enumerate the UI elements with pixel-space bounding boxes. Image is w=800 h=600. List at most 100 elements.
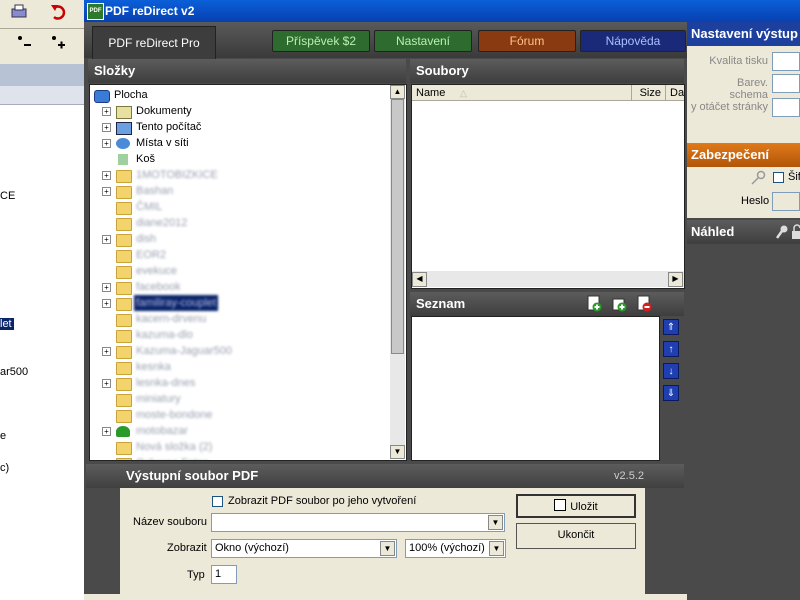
expand-icon[interactable]: + xyxy=(102,299,111,308)
folder-tree-item[interactable]: + Dokumenty xyxy=(90,103,390,119)
scrollbar-thumb[interactable] xyxy=(391,99,404,354)
folder-tree-item[interactable]: kesnka xyxy=(90,359,390,375)
donate-button[interactable]: Příspěvek $2 xyxy=(272,30,370,52)
folder-tree-item-label: evekuce xyxy=(136,265,177,277)
expand-icon[interactable]: + xyxy=(102,379,111,388)
folder-tree-item-label: motobazar xyxy=(136,425,188,437)
folder-tree-item[interactable]: + Bashan xyxy=(90,183,390,199)
folder-icon xyxy=(116,186,132,199)
scroll-down-icon[interactable]: ▼ xyxy=(390,445,405,459)
encrypt-checkbox[interactable] xyxy=(773,172,784,183)
expand-icon[interactable]: + xyxy=(102,107,111,116)
move-to-top-icon[interactable]: ⇑ xyxy=(663,319,679,335)
folder-tree-item[interactable]: ČMIL xyxy=(90,199,390,215)
column-header-name[interactable]: Name △ xyxy=(412,85,632,101)
save-button[interactable]: Uložit xyxy=(516,494,636,518)
display-dropdown-icon[interactable]: ▼ xyxy=(380,541,395,556)
key-icon xyxy=(750,170,766,186)
quality-label: Kvalita tisku xyxy=(709,55,768,67)
folder-tree-item[interactable]: + facebook xyxy=(90,279,390,295)
type-label: Typ xyxy=(187,569,205,581)
show-after-checkbox[interactable] xyxy=(212,496,223,507)
zoom-select[interactable]: 100% (výchozí) ▼ xyxy=(405,539,506,558)
add-folder-icon[interactable] xyxy=(611,295,627,312)
folder-tree-scrollbar[interactable]: ▲ ▼ xyxy=(390,85,405,459)
remove-file-icon[interactable] xyxy=(636,295,652,312)
folder-icon xyxy=(116,202,132,215)
scroll-right-icon[interactable]: ▶ xyxy=(668,272,683,287)
scroll-left-icon[interactable]: ◀ xyxy=(412,272,427,287)
settings-panel-header: Nastavení výstup xyxy=(687,22,800,46)
quality-select[interactable] xyxy=(772,52,800,71)
exit-button[interactable]: Ukončit xyxy=(516,523,636,549)
folder-tree-item[interactable]: Koš xyxy=(90,151,390,167)
file-list-hscrollbar[interactable]: ◀ ▶ xyxy=(412,271,684,287)
expand-icon[interactable]: + xyxy=(102,171,111,180)
preview-area xyxy=(687,218,800,600)
floppy-disk-icon xyxy=(554,499,567,511)
expand-icon[interactable]: + xyxy=(102,235,111,244)
folder-icon xyxy=(116,282,132,295)
folder-tree-item[interactable]: diane2012 xyxy=(90,215,390,231)
title-bar[interactable]: PDF PDF reDirect v2 xyxy=(84,0,800,22)
move-up-icon[interactable]: ↑ xyxy=(663,341,679,357)
wrench-icon[interactable] xyxy=(775,224,789,240)
folder-tree-item[interactable]: +1MOTOBIZKICE xyxy=(90,167,390,183)
add-file-icon[interactable] xyxy=(586,295,602,312)
settings-button[interactable]: Nastavení xyxy=(374,30,472,52)
folder-tree-item[interactable]: miniatury xyxy=(90,391,390,407)
folder-tree-item[interactable]: Ochrana Fotos xyxy=(90,455,390,460)
zoom-out-icon[interactable] xyxy=(14,32,36,52)
filename-input[interactable]: ▼ xyxy=(211,513,505,532)
background-text-5: c) xyxy=(0,462,10,474)
expand-icon[interactable]: + xyxy=(102,427,111,436)
move-to-bottom-icon[interactable]: ⇓ xyxy=(663,385,679,401)
folder-tree-item[interactable]: + Místa v síti xyxy=(90,135,390,151)
folder-icon xyxy=(116,266,132,279)
folder-tree-item[interactable]: + Kazuma-Jaguar500 xyxy=(90,343,390,359)
column-header-size[interactable]: Size xyxy=(632,85,666,101)
lock-icon[interactable] xyxy=(792,224,800,240)
password-input[interactable] xyxy=(772,192,800,211)
expand-icon[interactable]: + xyxy=(102,187,111,196)
computer-icon xyxy=(116,122,132,135)
folder-tree-item[interactable]: + lesnka-dnes xyxy=(90,375,390,391)
zoom-in-icon[interactable] xyxy=(48,32,70,52)
expand-icon[interactable]: + xyxy=(102,283,111,292)
column-header-date[interactable]: Da xyxy=(666,85,684,101)
zoom-dropdown-icon[interactable]: ▼ xyxy=(489,541,504,556)
folder-tree[interactable]: Plocha + Dokumenty + Tento počítač + Místa v s… xyxy=(89,84,407,461)
folder-tree-item[interactable]: kazuma-dlo xyxy=(90,327,390,343)
folder-tree-item[interactable]: + motobazar xyxy=(90,423,390,439)
folder-tree-item-label: Koš xyxy=(136,153,155,165)
folder-tree-item[interactable]: + Tento počítač xyxy=(90,119,390,135)
folder-tree-item[interactable]: EOR2 xyxy=(90,247,390,263)
expand-icon[interactable]: + xyxy=(102,139,111,148)
expand-icon[interactable]: + xyxy=(102,123,111,132)
file-list[interactable]: Name △ Size Da ◀ ▶ xyxy=(411,84,685,289)
expand-icon[interactable]: + xyxy=(102,347,111,356)
folder-tree-item[interactable]: kacern-drvenu xyxy=(90,311,390,327)
folder-tree-item[interactable]: moste-bondone xyxy=(90,407,390,423)
security-panel-header: Zabezpečení xyxy=(687,143,800,167)
brand-tab[interactable]: PDF reDirect Pro xyxy=(92,26,216,59)
type-input[interactable]: 1 xyxy=(211,565,237,584)
display-select[interactable]: Okno (výchozí) ▼ xyxy=(211,539,397,558)
forum-button[interactable]: Fórum xyxy=(478,30,576,52)
folder-tree-item[interactable]: Plocha xyxy=(90,87,390,103)
folder-tree-item[interactable]: Nová složka (2) xyxy=(90,439,390,455)
folder-tree-item[interactable]: evekuce xyxy=(90,263,390,279)
folder-tree-item[interactable]: + familiray-couplet xyxy=(90,295,390,311)
rotate-pages-select[interactable] xyxy=(772,98,800,117)
printer-icon[interactable] xyxy=(8,2,30,22)
app-logo-icon: PDF xyxy=(87,3,104,20)
color-scheme-select[interactable] xyxy=(772,74,800,93)
undo-icon[interactable] xyxy=(48,2,70,22)
folder-icon xyxy=(116,170,132,183)
folder-tree-item[interactable]: + dish xyxy=(90,231,390,247)
file-queue-list[interactable] xyxy=(411,316,660,461)
help-button[interactable]: Nápověda xyxy=(580,30,686,52)
scroll-up-icon[interactable]: ▲ xyxy=(390,85,405,99)
move-down-icon[interactable]: ↓ xyxy=(663,363,679,379)
filename-dropdown-icon[interactable]: ▼ xyxy=(488,515,503,530)
